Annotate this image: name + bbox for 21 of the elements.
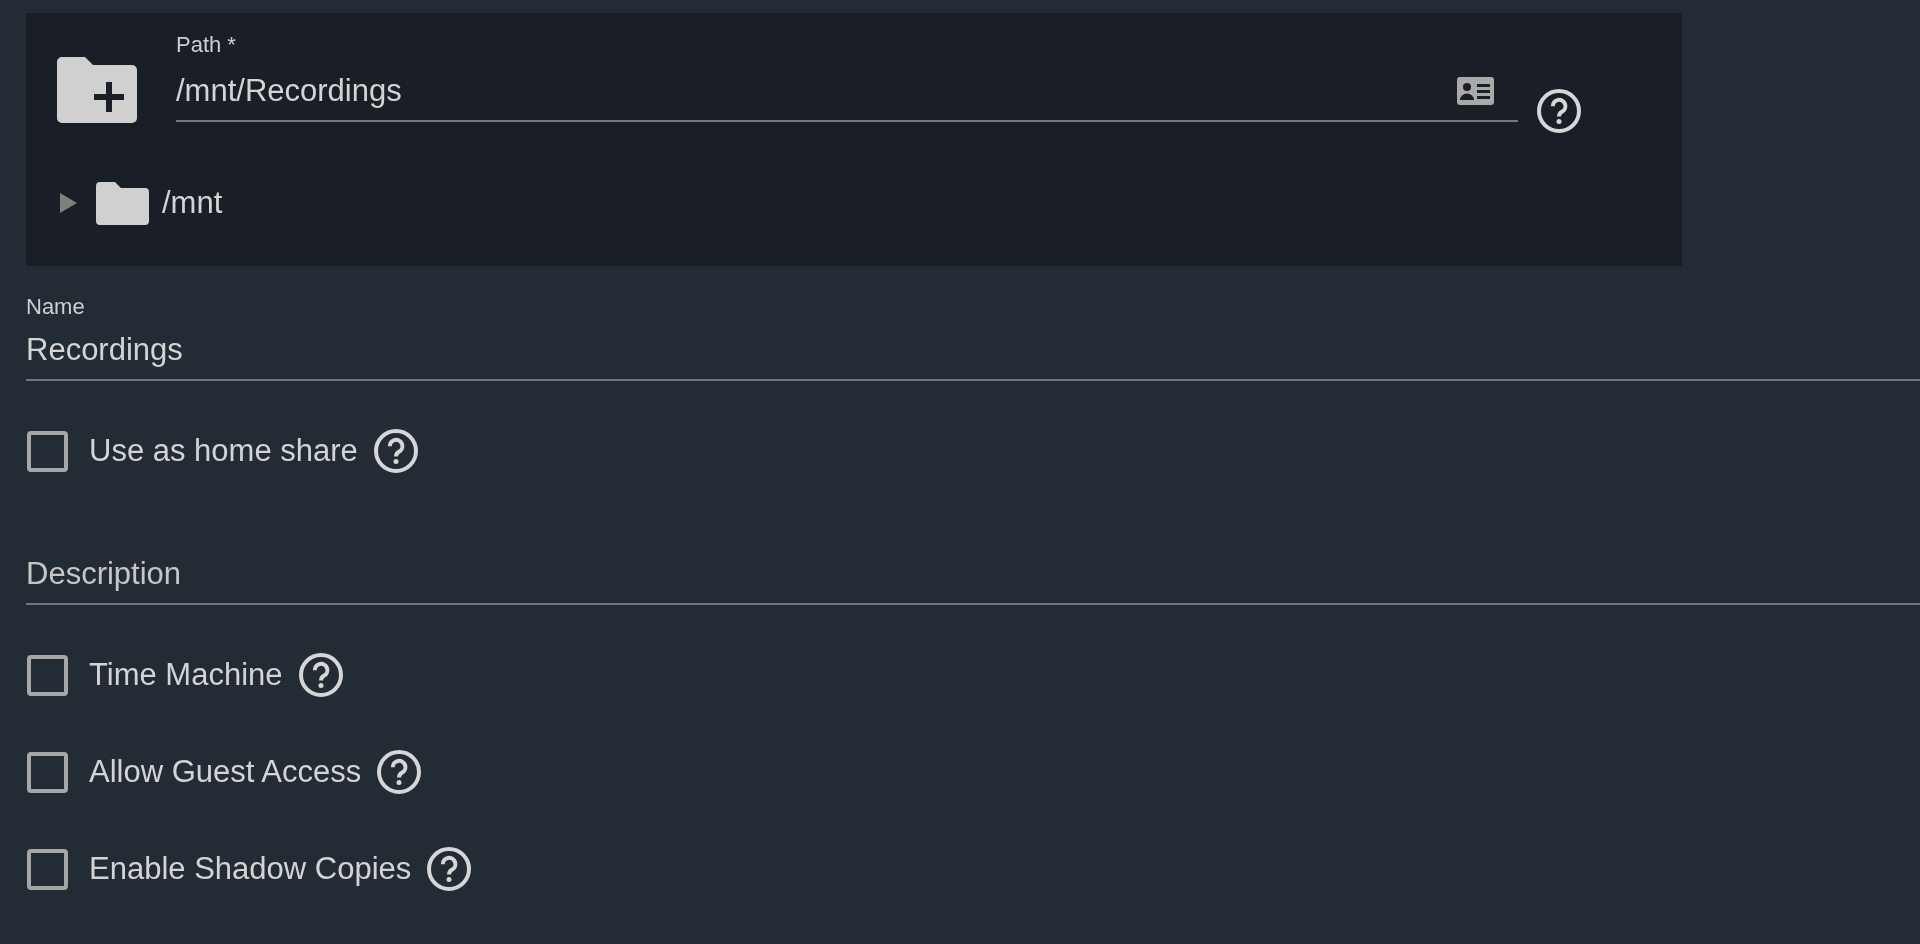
tree-item-label[interactable]: /mnt — [162, 183, 223, 223]
checkbox[interactable] — [27, 654, 68, 696]
checkbox[interactable] — [27, 430, 68, 472]
folder-plus-icon — [57, 57, 137, 123]
help-icon[interactable] — [427, 847, 472, 891]
text-field[interactable]: Description — [26, 518, 1920, 605]
checkbox-label[interactable]: Enable Shadow Copies — [89, 849, 412, 889]
text-field[interactable]: Name Recordings — [26, 294, 1920, 381]
folder-icon — [96, 181, 149, 225]
checkbox-label[interactable]: Use as home share — [89, 431, 358, 471]
help-icon[interactable] — [1537, 89, 1581, 133]
checkbox-label[interactable]: Allow Guest Access — [89, 752, 362, 792]
path-field[interactable]: Path * /mnt/Recordings — [176, 13, 1518, 122]
checkbox[interactable] — [27, 848, 68, 890]
expand-arrow-icon[interactable] — [60, 193, 77, 213]
help-icon[interactable] — [298, 653, 343, 697]
checkbox[interactable] — [27, 751, 68, 793]
help-icon[interactable] — [377, 750, 422, 794]
contact-card-icon[interactable] — [1457, 77, 1494, 105]
help-icon[interactable] — [373, 429, 418, 473]
checkbox-label[interactable]: Time Machine — [89, 655, 283, 695]
